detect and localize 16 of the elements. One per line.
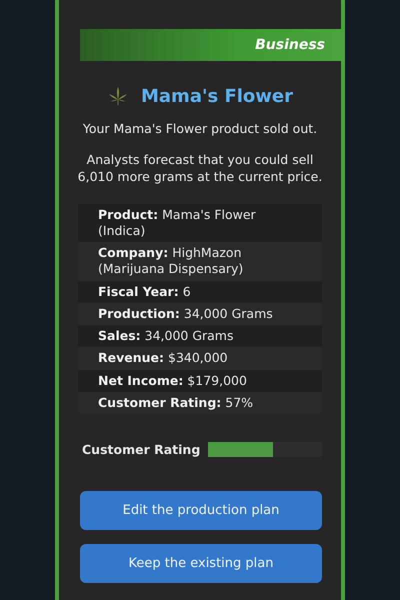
detail-row: Revenue: $340,000 <box>78 347 322 370</box>
product-title: Mama's Flower <box>141 86 293 106</box>
detail-row: Net Income: $179,000 <box>78 370 322 392</box>
action-button[interactable]: Edit the production plan <box>80 491 322 530</box>
category-label: Business <box>255 37 325 53</box>
detail-row: Company: HighMazon (Marijuana Dispensary) <box>78 242 322 281</box>
sold-out-message: Your Mama's Flower product sold out. <box>82 121 318 138</box>
detail-row: Customer Rating: 57% <box>78 392 322 414</box>
action-button[interactable]: Keep the existing plan <box>80 544 322 584</box>
detail-row: Sales: 34,000 Grams <box>78 325 322 348</box>
leaf-icon <box>107 85 129 107</box>
detail-row: Production: 34,000 Grams <box>78 302 322 326</box>
forecast-message: Analysts forecast that you could sell 6,010 more grams at the current price. <box>77 152 323 186</box>
detail-row: Fiscal Year: 6 <box>78 280 322 303</box>
rating-label: Customer Rating <box>82 442 200 458</box>
detail-row: Product: Mama's Flower (Indica) <box>78 204 322 242</box>
